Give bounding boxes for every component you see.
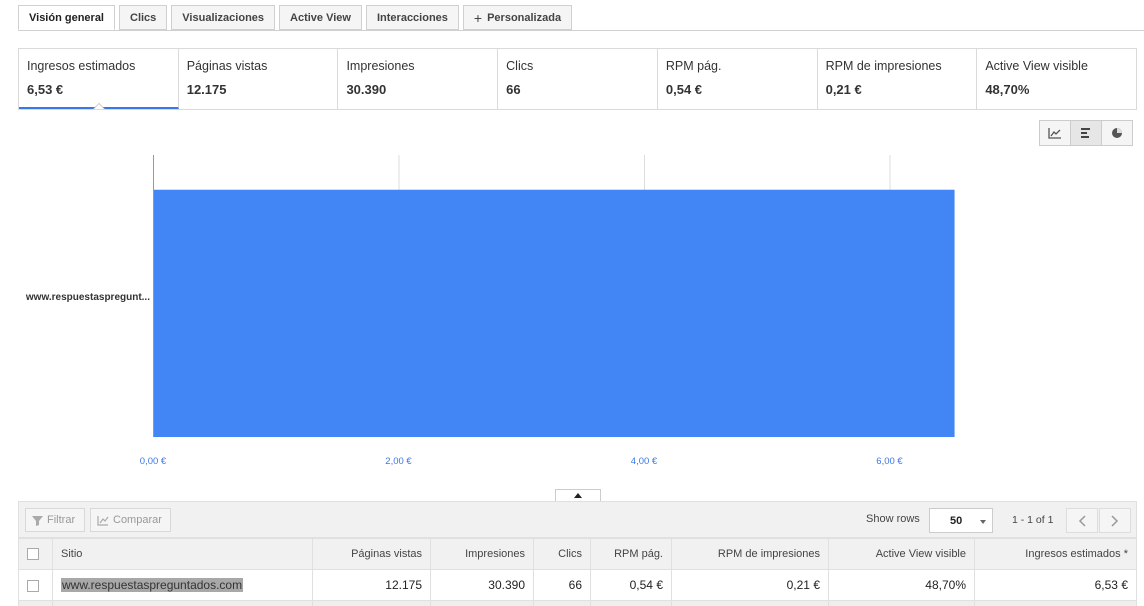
x-tick-label: 0,00 € <box>140 456 167 467</box>
metric-value: 0,21 € <box>825 82 862 97</box>
pie-chart-icon <box>1112 128 1122 138</box>
metric-label: Ingresos estimados <box>27 59 136 73</box>
cell-sitio: www.respuestaspreguntados.com <box>52 569 313 601</box>
cell-active-view: 48,70% <box>828 569 975 601</box>
line-chart-icon <box>1048 128 1061 139</box>
compare-chart-icon <box>97 515 109 526</box>
filter-label: Filtrar <box>47 514 76 526</box>
metric-value: 12.175 <box>186 82 227 97</box>
filter-icon <box>32 515 43 526</box>
col-header-sitio[interactable]: Sitio <box>52 538 313 570</box>
row-checkbox[interactable] <box>27 579 39 592</box>
collapse-chart-button[interactable] <box>555 489 601 501</box>
tab-label: Visión general <box>29 11 104 24</box>
metric-cards: Ingresos estimados 6,53 € Páginas vistas… <box>18 48 1137 110</box>
filter-button[interactable]: Filtrar <box>25 508 85 532</box>
tab-divider <box>18 30 1144 31</box>
plus-icon: + <box>473 9 483 26</box>
bar-chart-icon <box>1081 128 1090 138</box>
cell-impresiones: 30.390 <box>430 569 534 601</box>
metric-card-active-view[interactable]: Active View visible 48,70% <box>977 49 1136 109</box>
metric-label: Active View visible <box>985 59 1088 73</box>
tab-visualizaciones[interactable]: Visualizaciones <box>171 5 276 30</box>
tab-clics[interactable]: Clics <box>119 5 168 30</box>
dropdown-arrow-icon <box>980 520 986 524</box>
compare-button[interactable]: Comparar <box>90 508 171 532</box>
report-tabs: Visión general Clics Visualizaciones Act… <box>18 5 573 31</box>
x-tick-label: 4,00 € <box>631 456 658 467</box>
table-toolbar: Filtrar Comparar Show rows 50 1 - 1 of 1 <box>18 501 1137 538</box>
metric-label: Impresiones <box>346 59 415 73</box>
col-header-rpm-impresiones[interactable]: RPM de impresiones <box>671 538 829 570</box>
category-label: www.respuestaspregunt... <box>25 292 150 303</box>
table-header-row: Sitio Páginas vistas Impresiones Clics R… <box>18 538 1137 570</box>
x-tick-label: 6,00 € <box>876 456 903 467</box>
chevron-left-icon <box>1078 514 1086 527</box>
x-tick-label: 2,00 € <box>385 456 412 467</box>
totals-row-partial <box>18 600 1137 606</box>
rows-per-page-value: 50 <box>950 514 963 527</box>
tab-label: Interacciones <box>376 11 448 24</box>
col-header-clics[interactable]: Clics <box>533 538 591 570</box>
select-all-cell <box>18 538 53 570</box>
col-header-impresiones[interactable]: Impresiones <box>430 538 534 570</box>
metric-card-rpm-impresiones[interactable]: RPM de impresiones 0,21 € <box>818 49 978 109</box>
tab-label: Visualizaciones <box>182 11 265 24</box>
tab-interacciones[interactable]: Interacciones <box>365 5 459 30</box>
cell-rpm-pag: 0,54 € <box>590 569 672 601</box>
metric-card-rpm-pag[interactable]: RPM pág. 0,54 € <box>658 49 818 109</box>
pagination-info: 1 - 1 of 1 <box>1012 514 1054 526</box>
chevron-up-icon <box>574 493 582 498</box>
metric-label: Clics <box>506 59 534 73</box>
col-header-active-view[interactable]: Active View visible <box>828 538 975 570</box>
chevron-right-icon <box>1111 514 1119 527</box>
pie-chart-button[interactable] <box>1101 120 1133 146</box>
bar-chart-button[interactable] <box>1070 120 1102 146</box>
tab-label: Active View <box>290 11 351 24</box>
cell-paginas-vistas: 12.175 <box>312 569 431 601</box>
metric-value: 0,54 € <box>665 82 703 97</box>
metric-card-clics[interactable]: Clics 66 <box>498 49 658 109</box>
tab-label: Clics <box>130 11 157 24</box>
tab-label: Personalizada <box>487 11 562 24</box>
tab-personalizada[interactable]: + Personalizada <box>462 5 573 30</box>
cell-rpm-impresiones: 0,21 € <box>671 569 829 601</box>
line-chart-button[interactable] <box>1039 120 1071 146</box>
metric-value: 48,70% <box>985 82 1030 97</box>
metric-value: 6,53 € <box>27 82 64 97</box>
bar <box>154 189 955 437</box>
revenue-bar-chart: www.respuestaspregunt... 0,00 € 2,00 € 4,00… <box>25 155 955 467</box>
col-header-ingresos[interactable]: Ingresos estimados * <box>974 538 1137 570</box>
tab-vision-general[interactable]: Visión general <box>18 5 115 30</box>
show-rows-label: Show rows <box>866 513 920 525</box>
prev-page-button[interactable] <box>1066 508 1098 533</box>
metric-value: 30.390 <box>346 82 387 97</box>
row-select-cell <box>18 569 53 601</box>
site-link[interactable]: www.respuestaspreguntados.com <box>61 578 244 592</box>
metric-value: 66 <box>506 82 521 97</box>
metric-label: RPM pág. <box>665 59 722 73</box>
col-header-rpm-pag[interactable]: RPM pág. <box>590 538 672 570</box>
metric-card-paginas-vistas[interactable]: Páginas vistas 12.175 <box>179 49 339 109</box>
tab-active-view[interactable]: Active View <box>279 5 362 30</box>
metric-label: RPM de impresiones <box>825 59 942 73</box>
cell-clics: 66 <box>533 569 591 601</box>
col-header-paginas-vistas[interactable]: Páginas vistas <box>312 538 431 570</box>
chart-type-switch <box>1039 120 1133 146</box>
next-page-button[interactable] <box>1099 508 1131 533</box>
metric-label: Páginas vistas <box>186 59 268 73</box>
select-all-checkbox[interactable] <box>27 548 39 561</box>
metric-card-impresiones[interactable]: Impresiones 30.390 <box>338 49 499 109</box>
sites-table: Sitio Páginas vistas Impresiones Clics R… <box>18 538 1137 606</box>
cell-ingresos: 6,53 € <box>974 569 1137 601</box>
compare-label: Comparar <box>113 514 162 526</box>
metric-card-ingresos[interactable]: Ingresos estimados 6,53 € <box>19 49 179 109</box>
rows-per-page-select[interactable]: 50 <box>929 508 993 533</box>
selected-caret-icon <box>93 103 105 109</box>
table-row: www.respuestaspreguntados.com 12.175 30.… <box>18 569 1137 601</box>
